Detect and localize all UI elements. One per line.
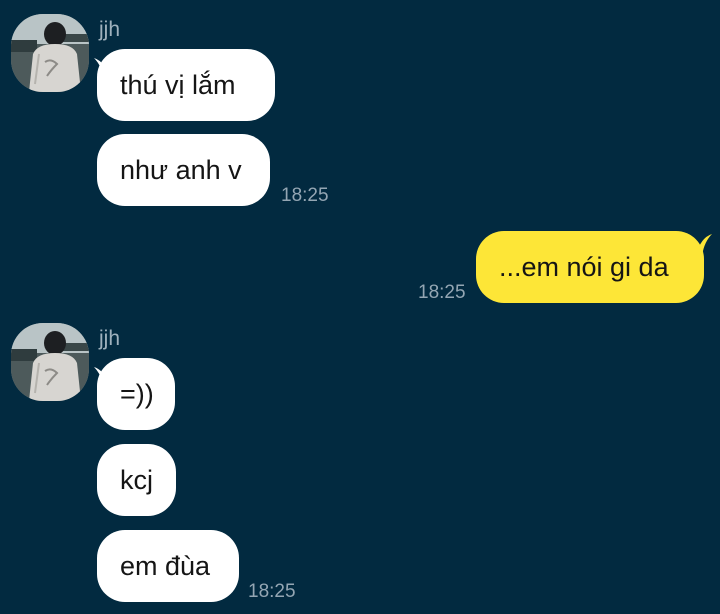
bubble-tail <box>696 234 712 256</box>
message-bubble[interactable]: =)) <box>97 358 175 430</box>
message-bubble[interactable]: kcj <box>97 444 176 516</box>
message-bubble[interactable]: thú vị lắm <box>97 49 275 121</box>
sender-avatar[interactable] <box>11 14 89 92</box>
message-text: kcj <box>120 464 153 495</box>
message-timestamp: 18:25 <box>418 282 466 303</box>
message-timestamp: 18:25 <box>281 185 329 206</box>
sender-avatar[interactable] <box>11 323 89 401</box>
profile-photo-icon <box>11 14 89 92</box>
profile-photo-icon <box>11 323 89 401</box>
message-timestamp: 18:25 <box>248 581 296 602</box>
sender-name: jjh <box>99 18 121 41</box>
message-text: thú vị lắm <box>120 69 236 100</box>
message-text: ...em nói gi da <box>499 251 669 282</box>
message-bubble[interactable]: ...em nói gi da <box>476 231 704 303</box>
message-text: em đùa <box>120 550 211 581</box>
message-bubble[interactable]: em đùa <box>97 530 239 602</box>
message-text: =)) <box>120 378 154 409</box>
message-bubble[interactable]: như anh v <box>97 134 270 206</box>
sender-name: jjh <box>99 327 121 350</box>
message-text: như anh v <box>120 154 242 185</box>
